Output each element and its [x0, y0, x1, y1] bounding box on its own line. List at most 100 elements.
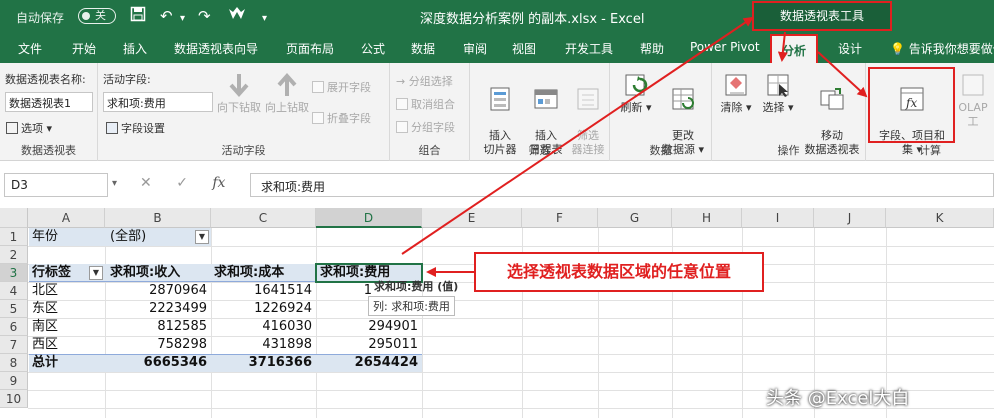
row-header-1[interactable]: 1	[0, 228, 28, 246]
field-settings-button[interactable]: 字段设置	[106, 120, 165, 136]
tab-file[interactable]: 文件	[18, 40, 42, 57]
insert-function-icon[interactable]: fx	[212, 175, 225, 191]
undo-icon[interactable]: ↶	[160, 6, 173, 26]
west-income[interactable]: 758298	[105, 336, 211, 354]
olap-tools-button[interactable]: OLAP 工	[956, 71, 990, 129]
total-cost[interactable]: 3716366	[211, 354, 316, 372]
expand-icon	[312, 81, 324, 93]
group-active-field: 活动字段: 求和项:费用 字段设置 向下钻取 向上钻取 展开字段 折叠字段 活动…	[98, 63, 390, 161]
cancel-icon[interactable]: ✕	[140, 175, 152, 191]
select-all-corner[interactable]	[0, 208, 28, 228]
tab-formulas[interactable]: 公式	[361, 40, 385, 57]
drill-down-button[interactable]: 向下钻取	[216, 71, 262, 115]
column-header-a[interactable]: A	[28, 208, 105, 228]
row-label-north[interactable]: 北区	[32, 282, 58, 300]
north-income[interactable]: 2870964	[105, 282, 211, 300]
row-header-6[interactable]: 6	[0, 318, 28, 336]
column-header-h[interactable]: H	[672, 208, 742, 228]
filter-dropdown-icon[interactable]: ▼	[195, 230, 209, 244]
row-header-9[interactable]: 9	[0, 372, 28, 390]
column-header-c[interactable]: C	[211, 208, 316, 228]
autosave-toggle[interactable]: 关	[78, 8, 116, 24]
row-label-east[interactable]: 东区	[32, 300, 58, 318]
column-header-j[interactable]: J	[814, 208, 886, 228]
arrow-down-icon	[229, 74, 249, 98]
row-header-8[interactable]: 8	[0, 354, 28, 372]
tab-data[interactable]: 数据	[411, 40, 435, 57]
north-expense[interactable]: 1	[316, 282, 376, 300]
move-pivot-icon	[820, 88, 844, 110]
row-label-west[interactable]: 西区	[32, 336, 58, 354]
column-header-f[interactable]: F	[522, 208, 598, 228]
drill-up-button[interactable]: 向上钻取	[264, 71, 310, 115]
drill-down-label: 向下钻取	[217, 101, 261, 114]
refresh-button[interactable]: 刷新 ▾	[616, 71, 656, 115]
tab-view[interactable]: 视图	[512, 40, 536, 57]
tell-me-search[interactable]: 💡 告诉我你想要做什么	[890, 40, 994, 57]
row-label-total[interactable]: 总计	[32, 354, 58, 372]
save-icon[interactable]	[130, 6, 146, 27]
filter-value-cell[interactable]: (全部)	[110, 228, 146, 246]
tab-design[interactable]: 设计	[838, 40, 862, 57]
name-box-dropdown-icon[interactable]: ▾	[112, 178, 117, 189]
east-income[interactable]: 2223499	[105, 300, 211, 318]
pivot-name-input[interactable]: 数据透视表1	[5, 92, 93, 112]
tab-page-layout[interactable]: 页面布局	[286, 40, 334, 57]
column-header-e[interactable]: E	[422, 208, 522, 228]
select-icon	[767, 74, 789, 97]
clear-button[interactable]: 清除 ▾	[716, 71, 756, 115]
east-cost[interactable]: 1226924	[211, 300, 316, 318]
tab-insert[interactable]: 插入	[123, 40, 147, 57]
row-labels-header[interactable]: 行标签	[32, 264, 71, 282]
west-cost[interactable]: 431898	[211, 336, 316, 354]
row-header-5[interactable]: 5	[0, 300, 28, 318]
south-income[interactable]: 812585	[105, 318, 211, 336]
expand-field-button[interactable]: 展开字段	[312, 79, 371, 95]
group-selection-button[interactable]: → 分组选择	[396, 73, 453, 89]
row-labels-dropdown-icon[interactable]: ▼	[89, 266, 103, 280]
tab-analyze[interactable]: 分析	[770, 34, 819, 63]
column-header-g[interactable]: G	[598, 208, 672, 228]
tab-home[interactable]: 开始	[72, 40, 96, 57]
toggle-knob	[82, 12, 90, 20]
row-header-7[interactable]: 7	[0, 336, 28, 354]
options-button[interactable]: 选项 ▾	[6, 120, 52, 136]
header-income[interactable]: 求和项:收入	[110, 264, 180, 282]
group-field-button[interactable]: 分组字段	[396, 119, 455, 135]
total-expense[interactable]: 2654424	[316, 354, 422, 372]
tab-pivot-wizard[interactable]: 数据透视表向导	[174, 40, 258, 57]
ungroup-button[interactable]: 取消组合	[396, 96, 455, 112]
field-settings-label: 字段设置	[121, 122, 165, 135]
filter-label-cell[interactable]: 年份	[32, 228, 58, 246]
formula-input[interactable]: 求和项:费用	[250, 173, 994, 197]
redo-icon[interactable]: ↷	[198, 6, 211, 26]
tab-power-pivot[interactable]: Power Pivot	[690, 40, 760, 54]
undo-dropdown-icon[interactable]: ▾	[180, 9, 185, 29]
north-cost[interactable]: 1641514	[211, 282, 316, 300]
name-box[interactable]: D3	[4, 173, 108, 197]
row-header-2[interactable]: 2	[0, 246, 28, 264]
column-header-b[interactable]: B	[105, 208, 211, 228]
tab-developer[interactable]: 开发工具	[565, 40, 613, 57]
tab-help[interactable]: 帮助	[640, 40, 664, 57]
tab-review[interactable]: 审阅	[463, 40, 487, 57]
row-header-4[interactable]: 4	[0, 282, 28, 300]
header-cost[interactable]: 求和项:成本	[214, 264, 284, 282]
row-label-south[interactable]: 南区	[32, 318, 58, 336]
confirm-icon[interactable]: ✓	[176, 175, 188, 191]
collapse-field-button[interactable]: 折叠字段	[312, 110, 371, 126]
south-cost[interactable]: 416030	[211, 318, 316, 336]
south-expense[interactable]: 294901	[316, 318, 422, 336]
column-header-i[interactable]: I	[742, 208, 814, 228]
active-field-input[interactable]: 求和项:费用	[103, 92, 213, 112]
custom-macro-icon[interactable]	[228, 6, 246, 27]
row-header-10[interactable]: 10	[0, 390, 28, 408]
total-income[interactable]: 6665346	[105, 354, 211, 372]
column-header-d[interactable]: D	[316, 208, 422, 228]
select-button[interactable]: 选择 ▾	[758, 71, 798, 115]
qat-customize-icon[interactable]: ▾	[262, 9, 267, 29]
row-header-3[interactable]: 3	[0, 264, 28, 282]
column-header-k[interactable]: K	[886, 208, 994, 228]
west-expense[interactable]: 295011	[316, 336, 422, 354]
group-label-group: 组合	[418, 144, 441, 157]
